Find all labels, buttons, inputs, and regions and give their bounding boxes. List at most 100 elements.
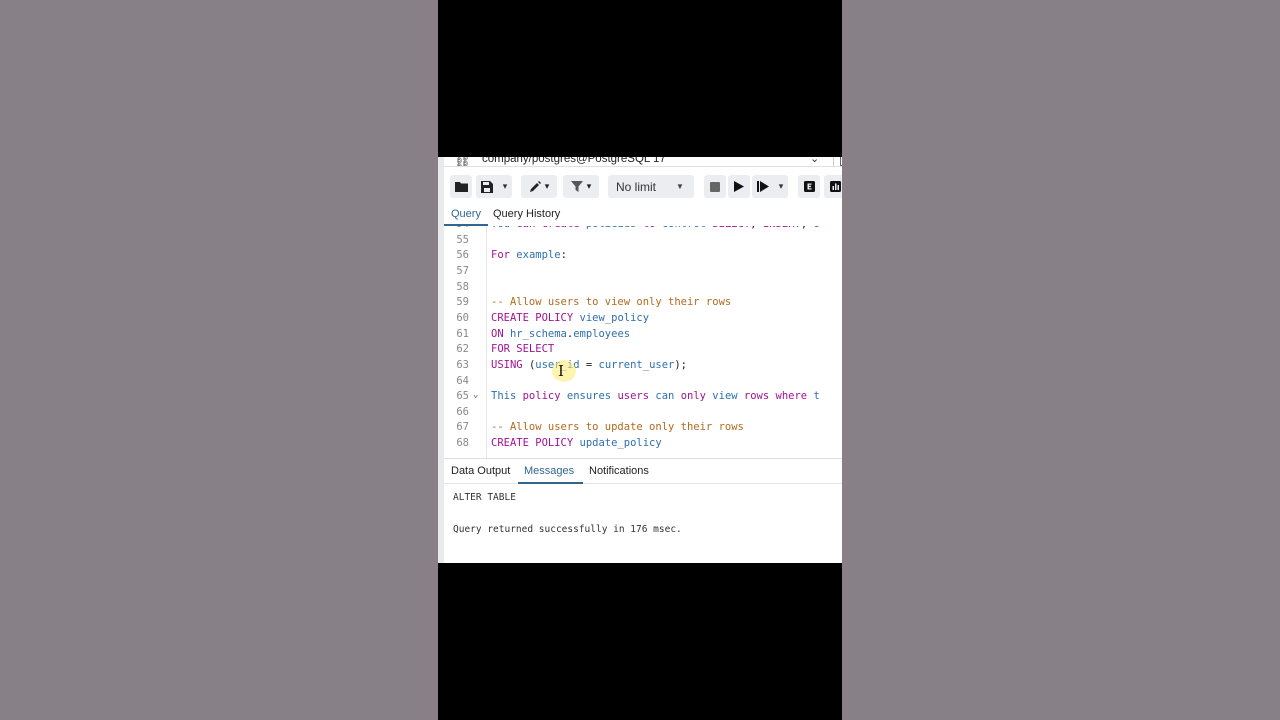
- code-token: ON: [491, 327, 510, 340]
- fold-toggle-icon[interactable]: ⌄: [473, 390, 478, 400]
- connection-label: company/postgres@PostgreSQL 17: [482, 157, 666, 165]
- code-token: :: [560, 249, 567, 262]
- code-line[interactable]: 66: [444, 406, 842, 422]
- code-token: can: [655, 390, 681, 403]
- chevron-down-icon: ▼: [676, 182, 684, 191]
- filter-button[interactable]: ▾: [563, 175, 599, 198]
- tab-notifications[interactable]: Notifications: [589, 465, 649, 477]
- background-right: [842, 0, 1280, 720]
- sql-editor[interactable]: 54 You can create policies to control SEL…: [444, 226, 842, 458]
- code-line[interactable]: 58: [444, 281, 842, 297]
- code-line[interactable]: 64: [444, 375, 842, 391]
- code-token: only: [680, 390, 713, 403]
- video-frame: ⛓ company/postgres@PostgreSQL 17 ⌄ ▾ ▾ ▾: [438, 0, 842, 720]
- chevron-down-icon: ▾: [544, 181, 550, 191]
- code-token: ,: [801, 226, 814, 230]
- chevron-down-icon: ▾: [586, 181, 592, 191]
- explain-button[interactable]: [798, 175, 820, 198]
- tab-query[interactable]: Query: [451, 208, 481, 220]
- chevron-down-icon[interactable]: ⌄: [810, 157, 819, 165]
- line-number: 66: [456, 405, 469, 418]
- background-left: [0, 0, 438, 720]
- code-token: view: [712, 390, 744, 403]
- code-token: view_policy: [579, 311, 650, 324]
- code-token: For: [491, 249, 517, 262]
- rows-limit-value: No limit: [616, 180, 657, 194]
- execute-script-button[interactable]: [752, 175, 774, 198]
- code-token: -- Allow users to update only their rows: [491, 421, 744, 434]
- tab-messages[interactable]: Messages: [524, 465, 574, 477]
- chart-icon: [829, 181, 841, 192]
- line-number: 64: [456, 374, 469, 387]
- code-token: INSERT: [763, 226, 801, 230]
- line-number: 63: [456, 358, 469, 371]
- save-options-dropdown[interactable]: ▾: [498, 175, 512, 198]
- tab-query-history[interactable]: Query History: [493, 208, 560, 220]
- code-line[interactable]: 68 CREATE POLICY update_policy: [444, 437, 842, 453]
- pgadmin-query-tool: ⛓ company/postgres@PostgreSQL 17 ⌄ ▾ ▾ ▾: [438, 157, 842, 563]
- line-number: 61: [456, 327, 469, 340]
- line-number: 57: [456, 264, 469, 277]
- code-line[interactable]: 67 -- Allow users to update only their ro…: [444, 421, 842, 437]
- pencil-icon: [529, 180, 541, 192]
- message-line: ALTER TABLE: [453, 492, 516, 503]
- text-cursor-icon: I: [558, 362, 564, 380]
- folder-icon: [454, 182, 468, 192]
- execute-button[interactable]: [728, 175, 750, 198]
- code-token: employees: [573, 327, 631, 340]
- editor-tabs: Query Query History: [444, 204, 842, 227]
- stop-button[interactable]: [704, 175, 726, 198]
- connection-bar[interactable]: ⛓ company/postgres@PostgreSQL 17 ⌄: [444, 157, 842, 167]
- explain-icon: [803, 181, 815, 192]
- line-number: 59: [456, 296, 469, 309]
- code-text: -- Allow users to update only their rows: [491, 421, 744, 433]
- code-line[interactable]: 59 -- Allow users to view only their rows: [444, 296, 842, 312]
- code-token: policies: [586, 226, 643, 230]
- execute-options-dropdown[interactable]: ▾: [774, 175, 788, 198]
- query-toolbar: ▾ ▾ ▾ No limit ▼ ▾: [444, 169, 842, 204]
- line-number: 62: [456, 343, 469, 356]
- save-icon: [481, 180, 493, 193]
- code-text: You can create policies to control SELEC…: [491, 226, 820, 230]
- message-line: Query returned successfully in 176 msec.: [453, 524, 682, 535]
- code-line[interactable]: 62 FOR SELECT: [444, 343, 842, 359]
- code-text: FOR SELECT: [491, 343, 554, 355]
- code-text: This policy ensures users can only view …: [491, 390, 820, 402]
- play-script-icon: [757, 181, 769, 192]
- code-text: -- Allow users to view only their rows: [491, 296, 731, 308]
- code-token: update_policy: [579, 437, 662, 450]
- stop-icon: [710, 181, 720, 192]
- code-line[interactable]: 56 For example:: [444, 249, 842, 265]
- open-file-button[interactable]: [450, 175, 472, 198]
- code-line[interactable]: 61 ON hr_schema.employees: [444, 328, 842, 344]
- code-text: CREATE POLICY update_policy: [491, 437, 662, 449]
- code-line[interactable]: 65 ⌄ This policy ensures users can only vi…: [444, 390, 842, 406]
- code-token: rows where: [743, 390, 814, 403]
- rows-limit-select[interactable]: No limit ▼: [608, 175, 694, 198]
- code-line[interactable]: 63 USING (user_id = current_user);: [444, 359, 842, 375]
- line-number: 54: [444, 226, 469, 230]
- tab-data-output[interactable]: Data Output: [451, 465, 510, 477]
- save-file-button[interactable]: [476, 175, 498, 198]
- code-line[interactable]: 57: [444, 265, 842, 281]
- line-number: 60: [456, 311, 469, 324]
- chevron-down-icon: ▾: [502, 181, 508, 191]
- edit-button[interactable]: ▾: [521, 175, 557, 198]
- code-token: You: [491, 226, 516, 230]
- line-number: 55: [456, 233, 469, 246]
- code-token: This: [491, 390, 523, 403]
- code-token: SELECT: [712, 226, 750, 230]
- code-token: ensures: [566, 390, 618, 403]
- code-line[interactable]: 60 CREATE POLICY view_policy: [444, 312, 842, 328]
- code-token: to: [643, 226, 662, 230]
- chevron-down-icon: ▾: [778, 181, 784, 191]
- code-token: FOR SELECT: [491, 343, 555, 356]
- explain-analyze-button[interactable]: [824, 175, 842, 198]
- new-connection-icon[interactable]: [840, 157, 842, 166]
- code-token: policy: [522, 390, 567, 403]
- code-token: control: [662, 226, 713, 230]
- connection-status-icon: ⛓: [454, 157, 471, 167]
- line-number: 67: [456, 421, 469, 434]
- code-line[interactable]: 55: [444, 234, 842, 250]
- divider: [833, 157, 834, 166]
